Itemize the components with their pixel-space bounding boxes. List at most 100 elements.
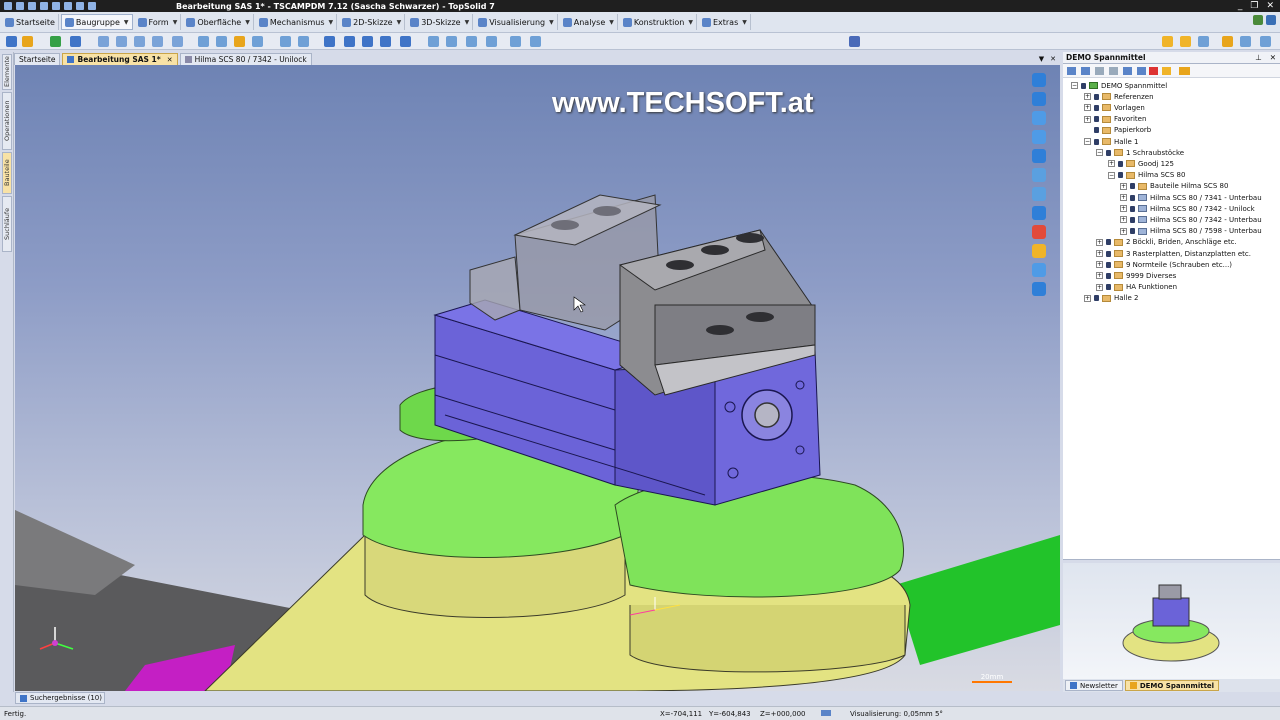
snap-icon[interactable]	[821, 710, 831, 716]
expand-toggle-icon[interactable]: +	[1120, 182, 1127, 190]
insert-tool-icon[interactable]	[172, 36, 183, 47]
search-results-tab[interactable]: Suchergebnisse (10)	[15, 692, 105, 704]
report-tool-icon[interactable]	[380, 36, 391, 47]
menu-baugruppe[interactable]: Baugruppe ▼	[60, 14, 133, 30]
pin-icon[interactable]: ⊥	[1255, 53, 1262, 62]
expand-toggle-icon[interactable]: +	[1084, 294, 1091, 302]
tree-item[interactable]: + Bauteile Hilma SCS 80	[1120, 181, 1228, 192]
bom-tool-icon[interactable]	[362, 36, 373, 47]
3d-viewport[interactable]: www.TECHSOFT.at 20mm	[15, 65, 1060, 691]
layout-tool-icon[interactable]	[1260, 36, 1271, 47]
close-icon[interactable]: ✕	[1270, 53, 1276, 62]
tree-item[interactable]: + Hilma SCS 80 / 7342 - Unilock	[1120, 203, 1255, 214]
tree-item[interactable]: + Referenzen	[1084, 91, 1154, 102]
close-icon[interactable]: ✕	[1050, 55, 1056, 63]
tree-item[interactable]: + Hilma SCS 80 / 7341 - Unterbau	[1120, 192, 1262, 203]
tab-operationen[interactable]: Operationen	[2, 92, 12, 150]
view-layout-icon[interactable]	[1032, 149, 1046, 163]
tree-item[interactable]: − Hilma SCS 80	[1108, 170, 1185, 181]
expand-toggle-icon[interactable]: +	[1120, 194, 1127, 201]
view-rotate-icon[interactable]	[1032, 111, 1046, 125]
mate-tool-icon[interactable]	[152, 36, 163, 47]
expand-toggle-icon[interactable]: −	[1096, 149, 1103, 157]
pattern-tool-icon[interactable]	[198, 36, 209, 47]
collision-tool-icon[interactable]	[849, 36, 860, 47]
export-tool-icon[interactable]	[400, 36, 411, 47]
restore-button[interactable]: ❐	[1250, 1, 1258, 11]
measure-tool-icon[interactable]	[510, 36, 521, 47]
mirror-tool-icon[interactable]	[216, 36, 227, 47]
print-icon[interactable]	[40, 2, 48, 10]
view-fit-icon[interactable]	[1032, 168, 1046, 182]
expand-toggle-icon[interactable]: +	[1096, 272, 1103, 280]
tree-item[interactable]: +2 Böckli, Briden, Anschläge etc.	[1096, 237, 1237, 248]
save-icon[interactable]	[16, 2, 24, 10]
view-zoom-icon[interactable]	[1032, 130, 1046, 144]
tab-list-icon[interactable]: ▼	[1039, 55, 1044, 63]
bookmark-tool-icon[interactable]	[1162, 36, 1173, 47]
refresh-icon[interactable]	[88, 2, 96, 10]
table-tool-icon[interactable]	[324, 36, 335, 47]
sort-icon[interactable]	[1137, 67, 1146, 75]
expand-toggle-icon[interactable]: +	[1120, 216, 1127, 224]
close-button[interactable]: ✕	[1266, 1, 1274, 11]
view-color-icon[interactable]	[1032, 225, 1046, 239]
menu-startseite[interactable]: Startseite	[2, 14, 59, 30]
tree-item[interactable]: + Hilma SCS 80 / 7342 - Unterbau	[1120, 214, 1262, 225]
tab-bauteile[interactable]: Bauteile	[2, 152, 12, 194]
cut-tool-icon[interactable]	[280, 36, 291, 47]
tab-startseite[interactable]: Startseite	[14, 53, 61, 65]
pointer-tool-icon[interactable]	[6, 36, 17, 47]
expand-toggle-icon[interactable]: +	[1084, 93, 1091, 101]
expand-toggle-icon[interactable]: −	[1071, 82, 1078, 89]
menu-form[interactable]: Form ▼	[135, 14, 182, 30]
tree-view-icon[interactable]	[1067, 67, 1076, 75]
expand-toggle-icon[interactable]: +	[1096, 238, 1103, 246]
expand-toggle-icon[interactable]: −	[1108, 171, 1115, 179]
constraint-tool-icon[interactable]	[50, 36, 61, 47]
menu-konstruktion[interactable]: Konstruktion ▼	[620, 14, 697, 30]
kinematics-tool-icon[interactable]	[428, 36, 439, 47]
tree-item[interactable]: + Hilma SCS 80 / 7598 - Unterbau	[1120, 226, 1262, 237]
align-tool-icon[interactable]	[134, 36, 145, 47]
tab-elemente[interactable]: Elemente	[2, 54, 12, 90]
filter-icon[interactable]	[1095, 67, 1104, 75]
undo-icon[interactable]	[52, 2, 60, 10]
rotate-tool-icon[interactable]	[116, 36, 127, 47]
expand-toggle-icon[interactable]: +	[1108, 160, 1115, 168]
menu-analyse[interactable]: Analyse ▼	[560, 14, 618, 30]
more-tools-icon[interactable]	[530, 36, 541, 47]
menu-oberflaeche[interactable]: Oberfläche ▼	[183, 14, 254, 30]
view-select-icon[interactable]	[1032, 73, 1046, 87]
explode-tool-icon[interactable]	[252, 36, 263, 47]
menu-mechanismus[interactable]: Mechanismus ▼	[256, 14, 338, 30]
tree-item[interactable]: + HA Funktionen	[1096, 282, 1177, 293]
menu-visualisierung[interactable]: Visualisierung ▼	[475, 14, 558, 30]
menu-3d-skizze[interactable]: 3D-Skizze ▼	[407, 14, 474, 30]
motion-tool-icon[interactable]	[446, 36, 457, 47]
expand-toggle-icon[interactable]: +	[1084, 115, 1091, 123]
drive-tool-icon[interactable]	[486, 36, 497, 47]
library-tool-icon[interactable]	[1222, 36, 1233, 47]
minimize-button[interactable]: _	[1238, 1, 1243, 11]
list-tool-icon[interactable]	[344, 36, 355, 47]
tab-suchlaeufe[interactable]: Suchläufe	[2, 196, 12, 252]
tree-item[interactable]: +9999 Diverses	[1096, 270, 1176, 281]
tag-tool-icon[interactable]	[1180, 36, 1191, 47]
expand-toggle-icon[interactable]: +	[1120, 205, 1127, 213]
view-shading-icon[interactable]	[1032, 206, 1046, 220]
tab-bearbeitung-sas[interactable]: Bearbeitung SAS 1* ✕	[62, 53, 178, 65]
view-zoom-window-icon[interactable]	[1032, 187, 1046, 201]
refresh-icon[interactable]	[1081, 67, 1090, 75]
redo-icon[interactable]	[64, 2, 72, 10]
view-pan-icon[interactable]	[1032, 92, 1046, 106]
tree-item[interactable]: + Favoriten	[1084, 114, 1146, 125]
tree-item[interactable]: Papierkorb	[1084, 125, 1151, 136]
tree-item[interactable]: − 1 Schraubstöcke	[1096, 147, 1184, 158]
expand-toggle-icon[interactable]: +	[1096, 250, 1103, 257]
help-icon[interactable]	[1253, 15, 1263, 25]
delete-icon[interactable]	[1149, 67, 1158, 75]
section-tool-icon[interactable]	[298, 36, 309, 47]
tree-item[interactable]: + Halle 2	[1084, 293, 1138, 304]
expand-toggle-icon[interactable]: +	[1084, 104, 1091, 112]
